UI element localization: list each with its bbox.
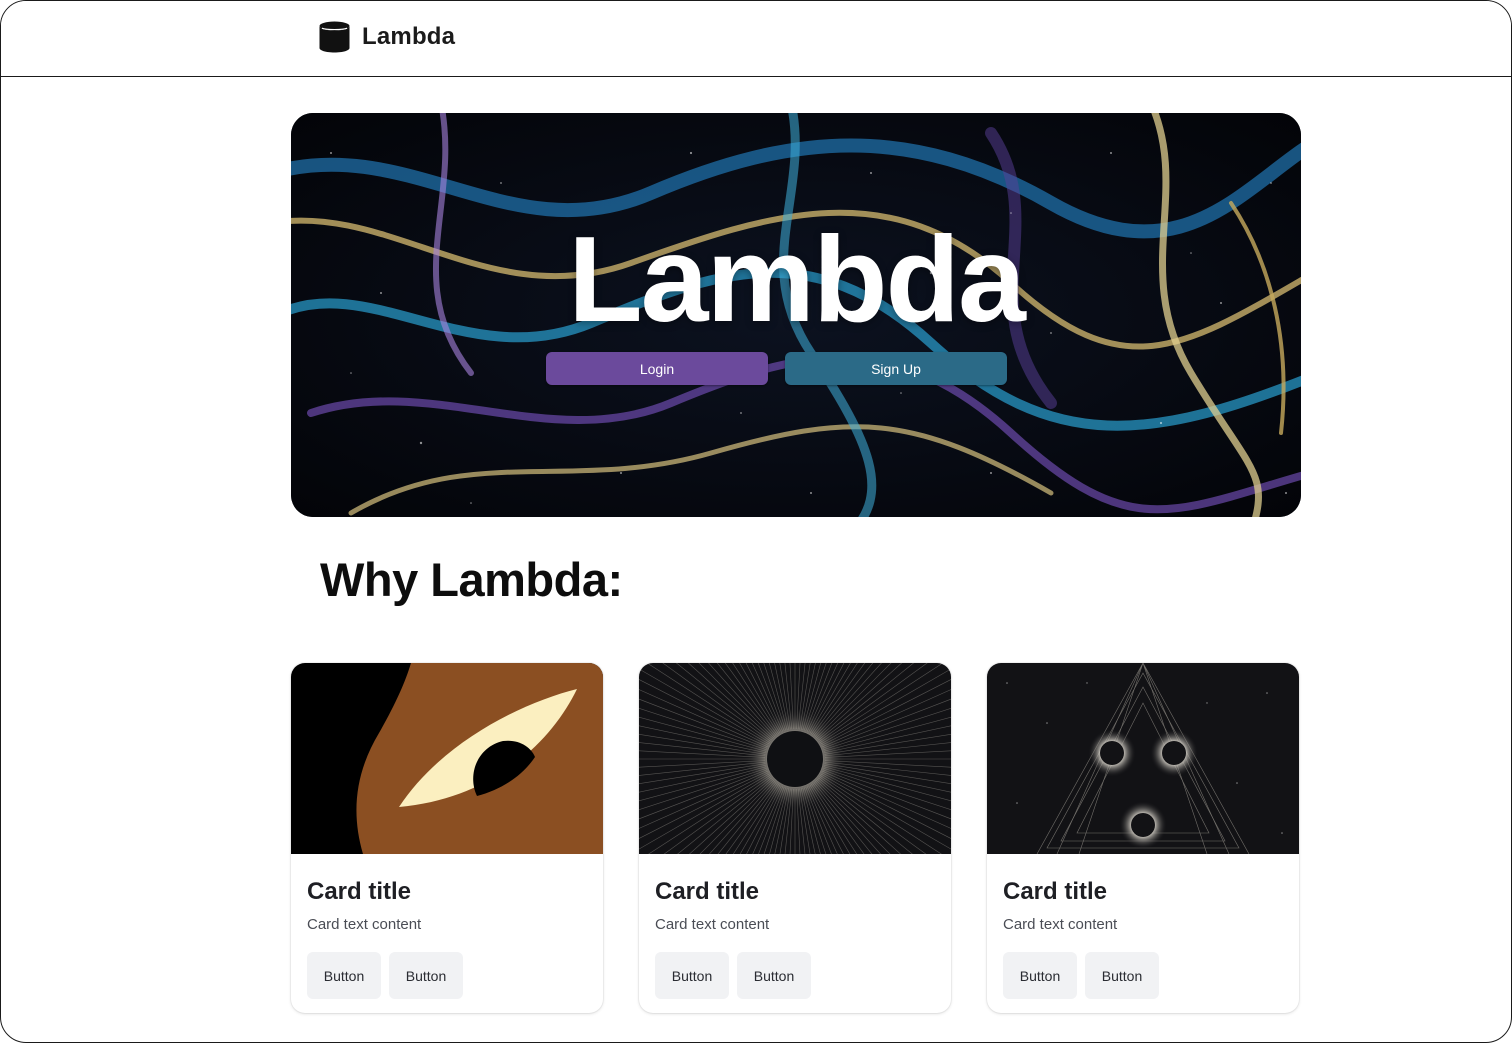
feature-card: Card title Card text content Button Butt… — [639, 663, 951, 1013]
card-body: Card title Card text content Button Butt… — [291, 854, 603, 1013]
card-text: Card text content — [1003, 916, 1118, 933]
hero-banner: Lambda Login Sign Up — [291, 113, 1301, 517]
login-button[interactable]: Login — [546, 352, 768, 385]
card-button[interactable]: Button — [389, 952, 463, 999]
card-image-eclipse — [639, 663, 951, 854]
card-actions: Button Button — [307, 952, 587, 999]
sign-up-button[interactable]: Sign Up — [785, 352, 1007, 385]
card-text: Card text content — [307, 916, 422, 933]
feature-card: Card title Card text content Button Butt… — [987, 663, 1299, 1013]
card-body: Card title Card text content Button Butt… — [639, 854, 951, 1013]
card-text: Card text content — [655, 916, 770, 933]
card-button[interactable]: Button — [1003, 952, 1077, 999]
card-image-triangle — [987, 663, 1299, 854]
feature-card: Card title Card text content Button Butt… — [291, 663, 603, 1013]
card-button[interactable]: Button — [1085, 952, 1159, 999]
card-title: Card title — [655, 878, 760, 905]
card-body: Card title Card text content Button Butt… — [987, 854, 1299, 1013]
card-button[interactable]: Button — [737, 952, 811, 999]
brand-link[interactable]: Lambda — [319, 21, 455, 53]
top-navbar: Lambda — [1, 1, 1511, 77]
card-image-eye — [291, 663, 603, 854]
brand-name: Lambda — [362, 23, 456, 50]
section-heading: Why Lambda: — [320, 553, 623, 606]
app-window: Lambda Lambda Login Sign Up Why Lambda: … — [0, 0, 1512, 1043]
database-icon — [319, 21, 350, 53]
card-title: Card title — [307, 878, 412, 905]
card-actions: Button Button — [655, 952, 935, 999]
card-button[interactable]: Button — [307, 952, 381, 999]
hero-title: Lambda — [568, 211, 1026, 347]
card-button[interactable]: Button — [655, 952, 729, 999]
card-title: Card title — [1003, 878, 1108, 905]
card-actions: Button Button — [1003, 952, 1283, 999]
